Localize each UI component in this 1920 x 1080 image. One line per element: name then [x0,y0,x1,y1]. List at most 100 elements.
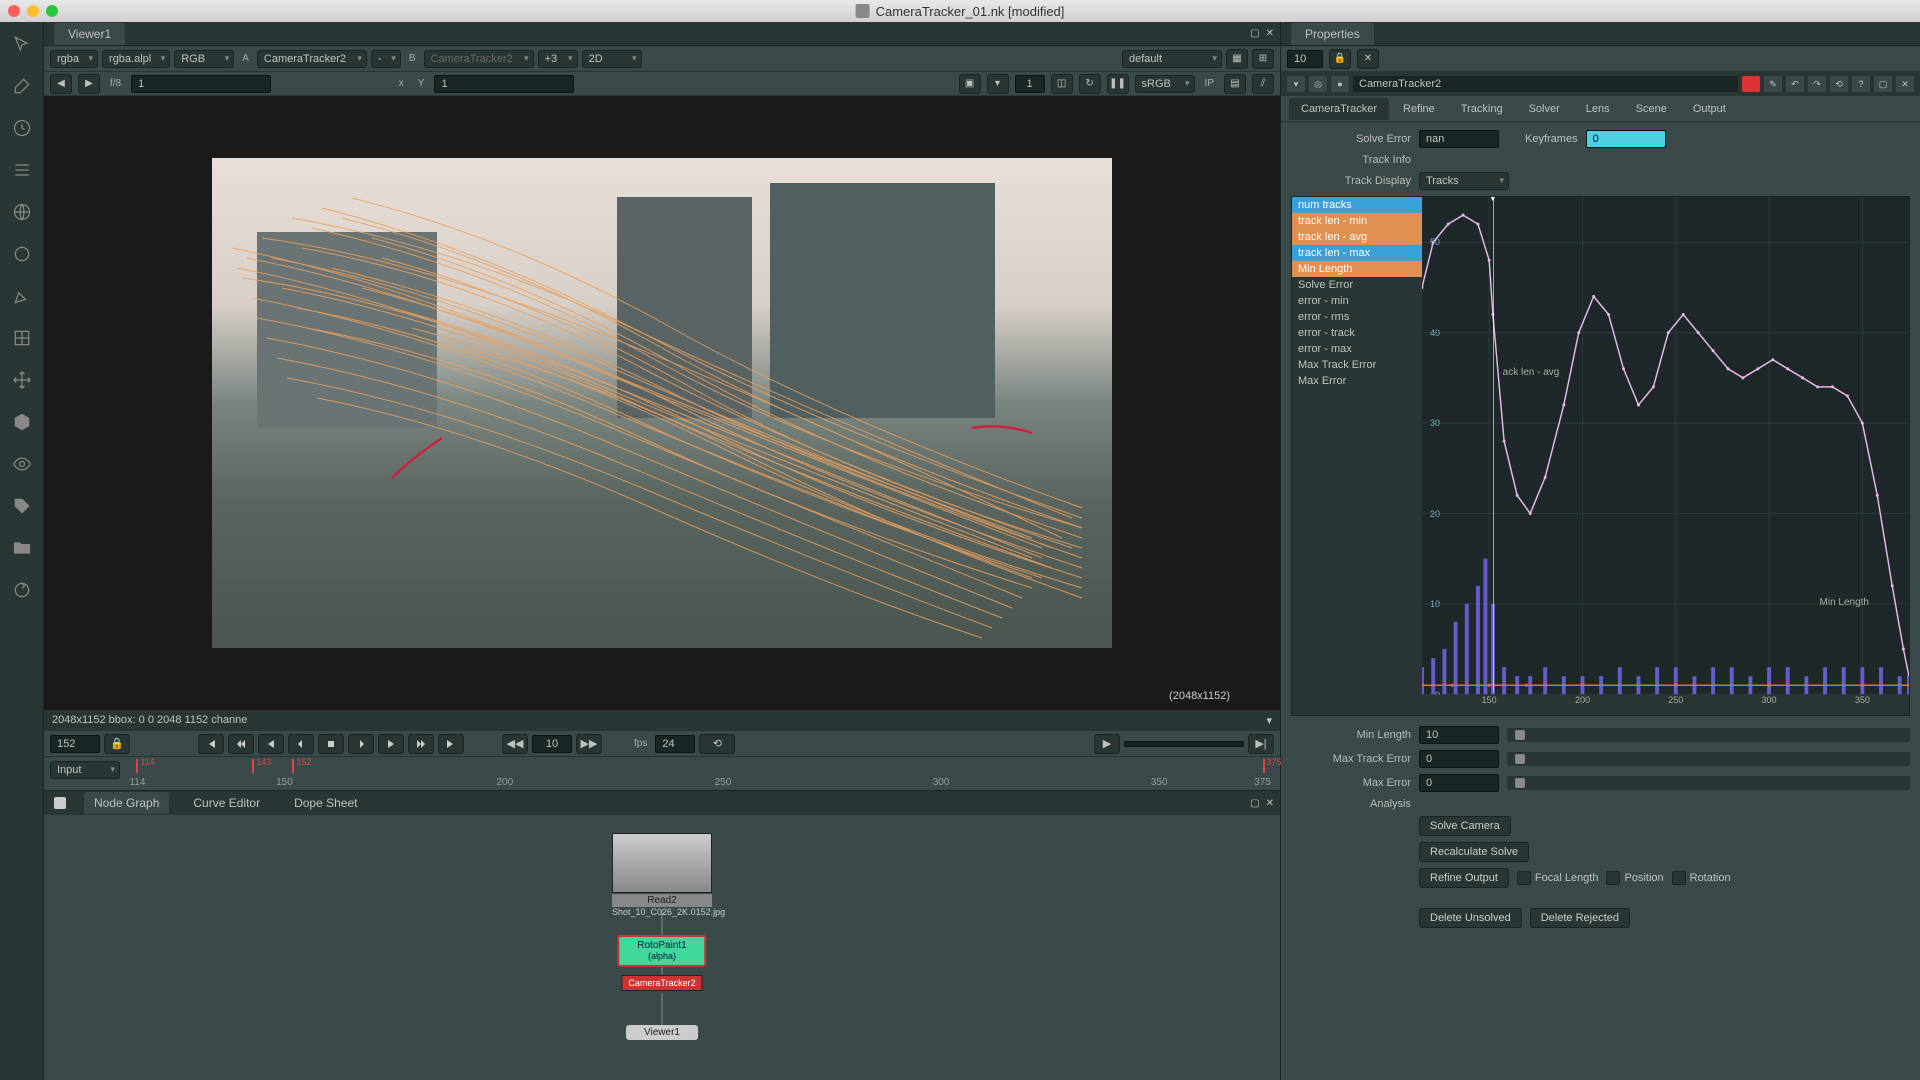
timeline-track[interactable]: 114 150 200 250 300 350 375 [126,757,1274,790]
legend-max-track-error[interactable]: Max Track Error [1292,357,1422,373]
min-length-slider[interactable] [1507,728,1910,742]
properties-tab[interactable]: Properties [1291,23,1374,45]
timeline-marker-1[interactable] [252,759,254,773]
max-error-field[interactable]: 0 [1419,774,1499,792]
skip-amount-field[interactable]: 10 [532,735,572,753]
legend-track-len-avg[interactable]: track len - avg [1292,229,1422,245]
gain-dropdown[interactable]: +3 [538,50,578,68]
globe-icon[interactable] [8,198,36,226]
alpha-dropdown[interactable]: rgba.alpl [102,50,170,68]
input-b-dropdown[interactable]: CameraTracker2 [424,50,534,68]
close-window-button[interactable] [8,5,20,17]
tab-refine[interactable]: Refine [1391,98,1447,120]
refine-output-button[interactable]: Refine Output [1419,868,1509,888]
node-redo-icon[interactable]: ↷ [1808,76,1826,92]
next-frame-icon[interactable]: ▶ [78,74,100,94]
viewer-refresh-icon[interactable]: ↻ [1079,74,1101,94]
tab-node-graph[interactable]: Node Graph [84,792,169,814]
hexagon-icon[interactable] [8,408,36,436]
node-undo-icon[interactable]: ↶ [1786,76,1804,92]
legend-track-len-min[interactable]: track len - min [1292,213,1422,229]
max-track-error-field[interactable]: 0 [1419,750,1499,768]
tab-solver[interactable]: Solver [1517,98,1572,120]
delete-rejected-button[interactable]: Delete Rejected [1530,908,1630,928]
folder-icon[interactable] [8,534,36,562]
skip-fwd-button[interactable]: ▶▶ [576,734,602,754]
stop-button[interactable] [318,734,344,754]
grid-icon[interactable] [8,324,36,352]
pen-tool-icon[interactable] [8,282,36,310]
prev-key-button[interactable] [228,734,254,754]
viewer-proxy-icon[interactable]: ▣ [959,74,981,94]
panel-float-icon[interactable]: ▢ [1250,798,1259,809]
wipe-dropdown[interactable]: - [371,50,401,68]
node-read[interactable]: Read2 Shot_10_C026_2K.0152.jpg [612,833,712,917]
solve-camera-button[interactable]: Solve Camera [1419,816,1511,836]
tab-cameratracker[interactable]: CameraTracker [1289,98,1389,120]
node-float-icon[interactable]: ▢ [1874,76,1892,92]
last-frame-button[interactable] [438,734,464,754]
playback-end-icon[interactable]: ▶| [1248,734,1274,754]
delete-unsolved-button[interactable]: Delete Unsolved [1419,908,1522,928]
keyframes-field[interactable]: 0 [1586,130,1666,148]
viewer-clip-icon[interactable]: ▤ [1224,74,1246,94]
tab-lens[interactable]: Lens [1574,98,1622,120]
prev-frame-icon[interactable]: ◀ [50,74,72,94]
viewer-downrez-icon[interactable]: ▾ [987,74,1009,94]
tab-output[interactable]: Output [1681,98,1738,120]
skip-back-button[interactable]: ◀◀ [502,734,528,754]
node-edit-icon[interactable]: ✎ [1764,76,1782,92]
min-length-field[interactable]: 10 [1419,726,1499,744]
clock-icon[interactable] [8,114,36,142]
panel-handle-icon[interactable] [54,797,66,809]
timeline-playhead[interactable] [292,759,294,773]
gain-field[interactable]: 1 [131,75,271,93]
step-back-button[interactable] [288,734,314,754]
legend-num-tracks[interactable]: num tracks [1292,197,1422,213]
viewer-tab[interactable]: Viewer1 [54,23,125,45]
max-track-error-slider[interactable] [1507,752,1910,766]
tab-dope-sheet[interactable]: Dope Sheet [284,792,367,814]
input-a-dropdown[interactable]: CameraTracker2 [257,50,367,68]
node-revert-icon[interactable]: ⟲ [1830,76,1848,92]
node-color-swatch[interactable] [1742,76,1760,92]
view-mode-dropdown[interactable]: 2D [582,50,642,68]
panel-close-icon[interactable]: ✕ [1266,28,1274,39]
refresh-icon[interactable] [8,576,36,604]
expand-icon[interactable]: ▾ [1287,76,1305,92]
node-enable-icon[interactable]: ● [1331,76,1349,92]
legend-error-max[interactable]: error - max [1292,341,1422,357]
node-graph[interactable]: Read2 Shot_10_C026_2K.0152.jpg RotoPaint… [44,815,1280,1080]
node-close-icon[interactable]: ✕ [1896,76,1914,92]
eye-icon[interactable] [8,450,36,478]
gamma-field[interactable]: 1 [434,75,574,93]
legend-solve-error[interactable]: Solve Error [1292,277,1422,293]
playback-fwd-icon[interactable]: ▶ [1094,734,1120,754]
recalculate-solve-button[interactable]: Recalculate Solve [1419,842,1529,862]
move-tool-icon[interactable] [8,366,36,394]
current-frame-field[interactable]: 152 [50,735,100,753]
tab-curve-editor[interactable]: Curve Editor [183,792,270,814]
max-error-slider[interactable] [1507,776,1910,790]
solve-error-field[interactable]: nan [1419,130,1499,148]
legend-error-track[interactable]: error - track [1292,325,1422,341]
circle-tool-icon[interactable] [8,240,36,268]
viewer-region-icon[interactable]: ▦ [1226,49,1248,69]
default-dropdown[interactable]: default [1122,50,1222,68]
timeline[interactable]: Input 114 150 200 250 300 350 375 [44,756,1280,790]
properties-lock-icon[interactable]: 🔒 [1329,49,1351,69]
timeline-input-dropdown[interactable]: Input [50,761,120,779]
channel-dropdown[interactable]: rgba [50,50,98,68]
viewer-canvas[interactable]: (2048x1152) [44,96,1280,710]
node-rotopaint[interactable]: RotoPaint1 (alpha) [617,935,706,967]
first-frame-button[interactable] [198,734,224,754]
focal-length-checkbox[interactable]: Focal Length [1517,871,1599,885]
lock-frame-icon[interactable]: 🔒 [104,734,130,754]
panel-float-icon[interactable]: ▢ [1250,28,1259,39]
tab-scene[interactable]: Scene [1624,98,1679,120]
viewer-grid-icon[interactable]: ⊞ [1252,49,1274,69]
track-display-dropdown[interactable]: Tracks [1419,172,1509,190]
colorspace-dropdown[interactable]: RGB [174,50,234,68]
legend-min-length[interactable]: Min Length [1292,261,1422,277]
playback-range-field[interactable] [1124,741,1244,747]
